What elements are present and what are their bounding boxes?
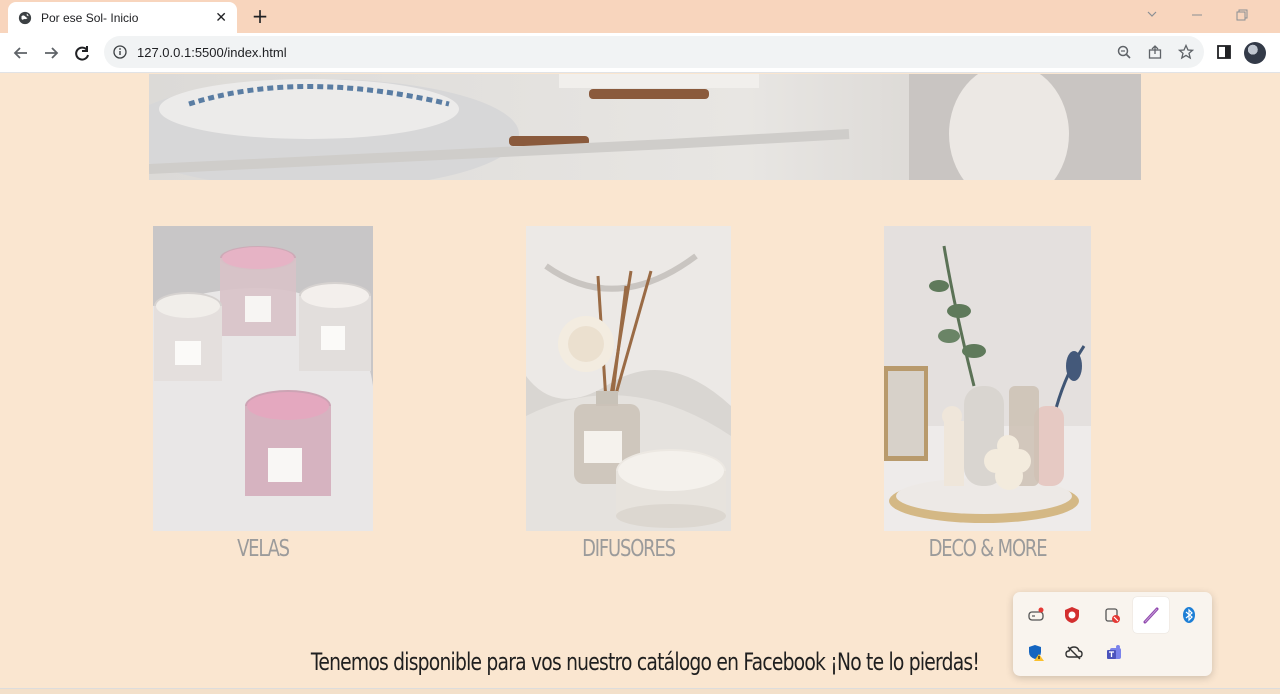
system-tray-overflow (1013, 592, 1212, 676)
new-tab-button[interactable]: + (250, 5, 270, 27)
tab-strip: Por ese Sol- Inicio ✕ + (0, 0, 1280, 33)
facebook-catalog-text: Tenemos disponible para vos nuestro catá… (310, 648, 980, 676)
zoom-icon[interactable] (1116, 44, 1132, 60)
tab-close-icon[interactable]: ✕ (215, 10, 227, 26)
product-label-deco[interactable]: DECO & MORE (907, 536, 1068, 562)
product-label-velas[interactable]: VELAS (177, 536, 349, 562)
defender-warning-icon[interactable] (1018, 635, 1054, 671)
gamepad-icon[interactable] (1018, 597, 1054, 633)
deco-image[interactable] (884, 226, 1091, 531)
browser-toolbar: 127.0.0.1:5500/index.html (0, 33, 1280, 73)
diffuser-image[interactable] (526, 226, 731, 531)
browser-tab[interactable]: Por ese Sol- Inicio ✕ (8, 2, 237, 33)
hero-banner-image (149, 74, 1141, 180)
cloud-off-icon[interactable] (1056, 635, 1092, 671)
candles-image[interactable] (153, 226, 373, 531)
tab-title: Por ese Sol- Inicio (41, 10, 139, 25)
teams-icon[interactable] (1096, 635, 1132, 671)
address-bar[interactable]: 127.0.0.1:5500/index.html (104, 36, 1204, 68)
reload-icon[interactable] (71, 42, 93, 64)
share-icon[interactable] (1147, 44, 1163, 60)
back-arrow-icon[interactable] (10, 42, 32, 64)
site-info-icon[interactable] (113, 45, 127, 59)
bluetooth-icon[interactable] (1171, 597, 1207, 633)
bookmark-star-icon[interactable] (1178, 44, 1194, 60)
security-shield-icon[interactable] (1054, 597, 1090, 633)
page-bottom-edge (0, 688, 1280, 694)
app-blocked-icon[interactable] (1094, 597, 1130, 633)
url-text: 127.0.0.1:5500/index.html (137, 45, 287, 60)
minimize-icon[interactable] (1185, 6, 1209, 24)
product-label-difusores[interactable]: DIFUSORES (549, 536, 709, 562)
restore-icon[interactable] (1229, 6, 1253, 24)
globe-icon (18, 11, 32, 24)
forward-arrow-icon[interactable] (40, 42, 62, 64)
profile-avatar[interactable] (1244, 42, 1266, 64)
side-panel-icon[interactable] (1216, 44, 1232, 60)
pen-icon[interactable] (1133, 597, 1169, 633)
chevron-down-icon[interactable] (1140, 6, 1164, 24)
